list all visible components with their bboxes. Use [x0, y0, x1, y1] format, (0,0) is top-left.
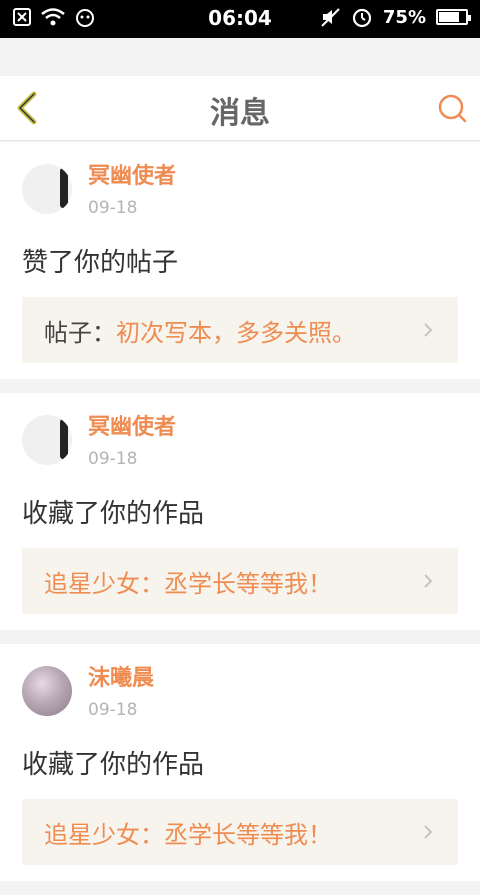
message-header: 冥幽使者 09-18 — [22, 413, 458, 471]
user-name[interactable]: 沫曦晨 — [88, 664, 154, 694]
message-meta: 冥幽使者 09-18 — [88, 413, 176, 471]
message-date: 09-18 — [88, 700, 138, 720]
referenced-text: 追星少女：丞学长等等我！ — [44, 815, 332, 850]
header-bar: 消息 — [0, 76, 480, 141]
ref-title: 初次写本，多多关照。 — [116, 318, 356, 347]
message-header: 沫曦晨 09-18 — [22, 664, 458, 722]
battery-percent: 75% — [382, 6, 426, 28]
message-action: 收藏了你的作品 — [22, 499, 205, 529]
referenced-post[interactable]: 帖子：初次写本，多多关照。 — [22, 297, 458, 363]
search-icon[interactable] — [436, 92, 468, 124]
referenced-work[interactable]: 追星少女：丞学长等等我！ — [22, 799, 458, 865]
message-card: 冥幽使者 09-18 收藏了你的作品 追星少女：丞学长等等我！ — [0, 393, 480, 630]
battery-icon — [436, 9, 471, 25]
avatar[interactable] — [22, 415, 72, 465]
message-date: 09-18 — [88, 198, 138, 218]
ref-label: 帖子： — [44, 318, 116, 347]
status-bar: 06:04 75% — [0, 0, 480, 38]
avatar[interactable] — [22, 164, 72, 214]
user-name[interactable]: 冥幽使者 — [88, 413, 176, 443]
message-meta: 冥幽使者 09-18 — [88, 162, 176, 220]
status-icons-right: 75% — [319, 6, 471, 28]
chevron-right-icon — [424, 825, 433, 839]
ref-title: 追星少女：丞学长等等我！ — [44, 820, 332, 849]
avatar[interactable] — [22, 666, 72, 716]
message-action: 收藏了你的作品 — [22, 750, 205, 780]
message-card: 沫曦晨 09-18 收藏了你的作品 追星少女：丞学长等等我！ — [0, 644, 480, 881]
chevron-right-icon — [424, 323, 433, 337]
message-card: 冥幽使者 09-18 赞了你的帖子 帖子：初次写本，多多关照。 — [0, 142, 480, 379]
message-header: 冥幽使者 09-18 — [22, 162, 458, 220]
chevron-right-icon — [424, 574, 433, 588]
message-action: 赞了你的帖子 — [22, 248, 179, 278]
message-list: 冥幽使者 09-18 赞了你的帖子 帖子：初次写本，多多关照。 冥幽使者 09-… — [0, 142, 480, 895]
referenced-work[interactable]: 追星少女：丞学长等等我！ — [22, 548, 458, 614]
mute-icon — [321, 8, 340, 27]
message-meta: 沫曦晨 09-18 — [88, 664, 154, 722]
ref-title: 追星少女：丞学长等等我！ — [44, 569, 332, 598]
referenced-text: 帖子：初次写本，多多关照。 — [44, 313, 356, 348]
page-title: 消息 — [210, 96, 270, 131]
alarm-icon — [352, 8, 372, 28]
message-date: 09-18 — [88, 449, 138, 469]
user-name[interactable]: 冥幽使者 — [88, 162, 176, 192]
referenced-text: 追星少女：丞学长等等我！ — [44, 564, 332, 599]
